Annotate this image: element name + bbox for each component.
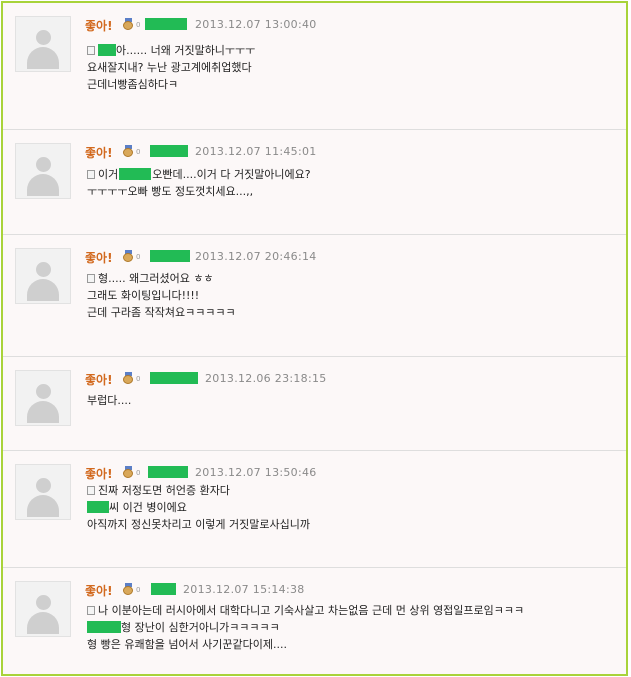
comment-item: 좋아! 0 2013.12.06 23:18:15 부럽다.... <box>3 357 626 451</box>
document-icon <box>87 486 95 495</box>
like-button[interactable]: 좋아! <box>85 17 113 34</box>
default-user-avatar-icon[interactable] <box>15 581 71 637</box>
medal-icon <box>123 145 134 157</box>
comment-item: 좋아! 0 2013.12.07 13:50:46 진짜 저정도면 허언증 환자… <box>3 451 626 568</box>
comment-text: 형 빵은 유쾌함을 넘어서 사기꾼같다이제.... <box>87 638 288 651</box>
comment-text: 씨 이건 병이에요 <box>109 501 187 514</box>
comment-item: 좋아! 0 2013.12.07 20:46:14 형..... 왜그러셨어요 … <box>3 235 626 357</box>
like-button[interactable]: 좋아! <box>85 465 113 482</box>
comment-list: 좋아! 0 2013.12.07 13:00:40 아...... 너왜 거짓말… <box>1 1 628 676</box>
comment-date: 2013.12.07 13:50:46 <box>195 466 317 479</box>
redacted-username[interactable] <box>150 145 188 157</box>
document-icon <box>87 606 95 615</box>
comment-text: 형..... 왜그러셨어요 ㅎㅎ <box>98 272 214 285</box>
redacted-username[interactable] <box>145 18 187 30</box>
comment-text: 진짜 저정도면 허언증 환자다 <box>98 484 230 497</box>
comment-text: 형 장난이 심한거아니가ㅋㅋㅋㅋㅋ <box>121 621 280 634</box>
default-user-avatar-icon[interactable] <box>15 464 71 520</box>
redacted-username[interactable] <box>150 250 190 262</box>
redacted-username[interactable] <box>151 583 176 595</box>
default-user-avatar-icon[interactable] <box>15 370 71 426</box>
comment-item: 좋아! 0 2013.12.07 11:45:01 이거 오빤데....이거 다 … <box>3 130 626 235</box>
redacted-name <box>87 621 121 633</box>
comment-date: 2013.12.07 20:46:14 <box>195 250 317 263</box>
document-icon <box>87 46 95 55</box>
redacted-username[interactable] <box>148 466 188 478</box>
level-mark: 0 <box>136 586 141 594</box>
comment-date: 2013.12.07 11:45:01 <box>195 145 317 158</box>
default-user-avatar-icon[interactable] <box>15 16 71 72</box>
comment-text: 오빤데....이거 다 거짓말아니에요? <box>152 168 311 181</box>
redacted-name <box>98 44 116 56</box>
document-icon <box>87 274 95 283</box>
comment-text: 이거 <box>98 168 119 181</box>
document-icon <box>87 170 95 179</box>
redacted-name <box>119 168 152 180</box>
comment-text: 근데너빵좀심하다ㅋ <box>87 78 179 91</box>
comment-text: 요새잘지내? 누난 광고계에취업했다 <box>87 61 252 74</box>
redacted-name <box>87 501 109 513</box>
comment-date: 2013.12.07 13:00:40 <box>195 18 317 31</box>
comment-body: 아...... 너왜 거짓말하니ㅜㅜㅜ 요새잘지내? 누난 광고계에취업했다 근… <box>87 42 255 93</box>
redacted-username[interactable] <box>150 372 198 384</box>
comment-text: 아직까지 정신못차리고 이렇게 거짓말로사십니까 <box>87 518 311 531</box>
like-button[interactable]: 좋아! <box>85 582 113 599</box>
medal-icon <box>123 372 134 384</box>
comment-text: 그래도 화이팅입니다!!!! <box>87 289 200 302</box>
level-mark: 0 <box>136 148 141 156</box>
level-mark: 0 <box>136 375 141 383</box>
level-mark: 0 <box>136 469 141 477</box>
comment-text: 나 이분아는데 러시아에서 대학다니고 기숙사살고 차는없음 근데 먼 상위 영… <box>98 604 525 617</box>
comment-body: 진짜 저정도면 허언증 환자다 씨 이건 병이에요 아직까지 정신못차리고 이렇… <box>87 482 310 533</box>
comment-date: 2013.12.07 15:14:38 <box>183 583 305 596</box>
comment-body: 형..... 왜그러셨어요 ㅎㅎ 그래도 화이팅입니다!!!! 근데 구라좀 작… <box>87 270 236 321</box>
medal-icon <box>123 250 134 262</box>
comment-body: 이거 오빤데....이거 다 거짓말아니에요? ㅜㅜㅜㅜ오빠 빵도 정도껏치세요.… <box>87 166 311 200</box>
comment-body: 부럽다.... <box>87 392 131 409</box>
comment-text: ㅜㅜㅜㅜ오빠 빵도 정도껏치세요...,, <box>87 185 254 198</box>
comment-text: 부럽다.... <box>87 394 132 407</box>
like-button[interactable]: 좋아! <box>85 144 113 161</box>
medal-icon <box>123 466 134 478</box>
like-button[interactable]: 좋아! <box>85 249 113 266</box>
level-mark: 0 <box>136 253 141 261</box>
like-button[interactable]: 좋아! <box>85 371 113 388</box>
default-user-avatar-icon[interactable] <box>15 248 71 304</box>
medal-icon <box>123 18 134 30</box>
level-mark: 0 <box>136 21 141 29</box>
comment-item: 좋아! 0 2013.12.07 15:14:38 나 이분아는데 러시아에서 … <box>3 568 626 674</box>
comment-body: 나 이분아는데 러시아에서 대학다니고 기숙사살고 차는없음 근데 먼 상위 영… <box>87 602 524 653</box>
comment-item: 좋아! 0 2013.12.07 13:00:40 아...... 너왜 거짓말… <box>3 3 626 130</box>
medal-icon <box>123 583 134 595</box>
comment-text: 아...... 너왜 거짓말하니ㅜㅜㅜ <box>116 44 256 57</box>
comment-text: 근데 구라좀 작작쳐요ㅋㅋㅋㅋㅋ <box>87 306 236 319</box>
default-user-avatar-icon[interactable] <box>15 143 71 199</box>
comment-date: 2013.12.06 23:18:15 <box>205 372 327 385</box>
